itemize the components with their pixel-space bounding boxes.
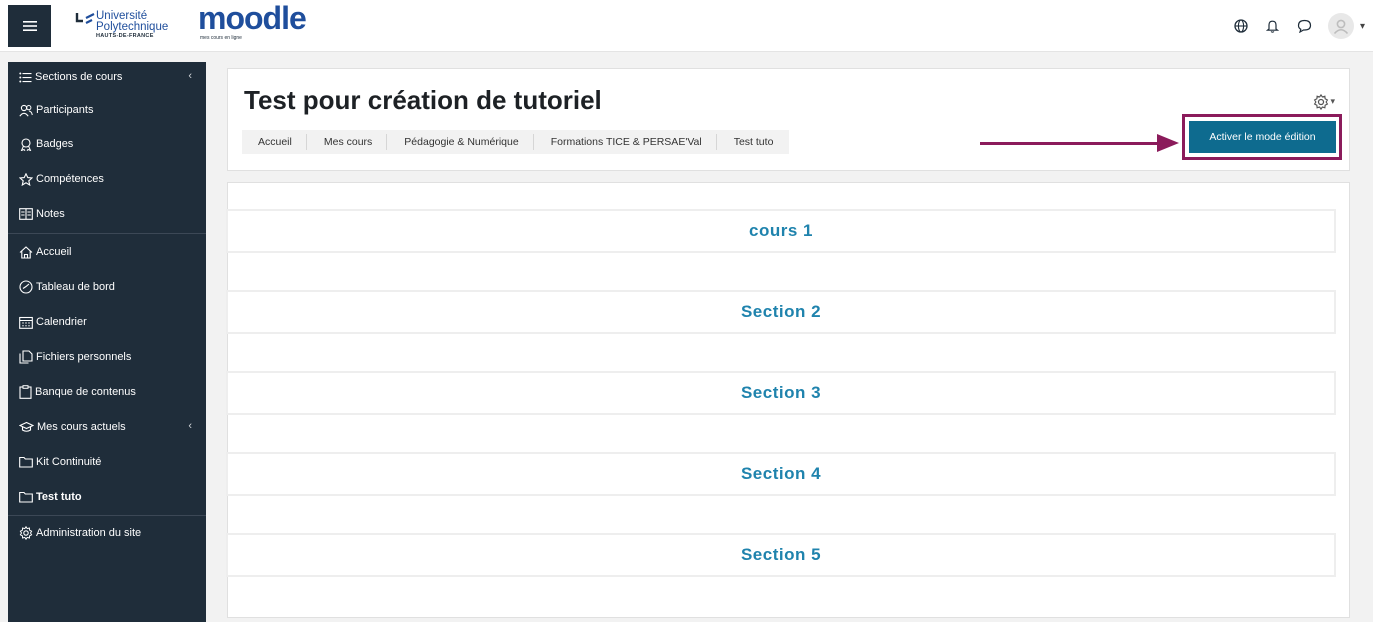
sidebar-divider (8, 515, 206, 516)
sidebar-item-badges[interactable]: Badges (8, 129, 206, 159)
moodle-tagline: mes cours en ligne (200, 35, 242, 41)
chevron-left-icon[interactable]: ‹ (188, 70, 192, 82)
university-subtitle: HAUTS-DE-FRANCE (96, 33, 154, 39)
hamburger-menu-button[interactable] (8, 5, 51, 47)
moodle-logo[interactable]: moodle mes cours en ligne (198, 0, 308, 46)
section-title[interactable]: cours 1 (226, 209, 1336, 253)
sidebar-item-label: Fichiers personnels (36, 351, 132, 363)
user-avatar[interactable] (1327, 13, 1354, 39)
sidebar-item-mes-cours-actuels[interactable]: Mes cours actuels ‹ (8, 412, 206, 442)
sidebar-item-accueil[interactable]: Accueil (8, 237, 206, 267)
university-name: Université Polytechnique (96, 10, 169, 33)
sidebar-item-label: Compétences (36, 173, 104, 185)
sidebar-item-label: Sections de cours (35, 71, 123, 83)
top-icons: ▾ (1232, 12, 1365, 40)
notifications-button[interactable] (1264, 17, 1282, 35)
globe-icon (1234, 19, 1248, 33)
dashboard-icon (19, 280, 33, 294)
chevron-down-icon: ▾ (1330, 97, 1335, 107)
sidebar-item-label: Banque de contenus (35, 386, 136, 398)
annotation-arrow (980, 142, 1160, 145)
moodle-wordmark: moodle (198, 0, 307, 36)
user-icon (1333, 19, 1349, 35)
chat-icon (1298, 19, 1312, 33)
folder-icon (19, 456, 33, 468)
edit-mode-button[interactable]: Activer le mode édition (1189, 121, 1336, 153)
sidebar-item-label: Administration du site (36, 527, 142, 539)
sidebar-item-participants[interactable]: Participants (8, 95, 206, 125)
sidebar-item-label: Tableau de bord (36, 281, 115, 293)
sidebar-item-label: Calendrier (36, 316, 87, 328)
section-title[interactable]: Section 5 (226, 533, 1336, 577)
section-title[interactable]: Section 4 (226, 452, 1336, 496)
breadcrumb-item[interactable]: Accueil (242, 130, 308, 154)
grades-icon (19, 208, 33, 220)
sidebar-item-fichiers-personnels[interactable]: Fichiers personnels (8, 342, 206, 372)
gear-icon (1314, 94, 1329, 110)
sidebar-item-label: Test tuto (36, 491, 82, 503)
sidebar-item-kit-continuite[interactable]: Kit Continuité (8, 447, 206, 477)
graduation-icon (19, 421, 34, 432)
star-icon (19, 172, 33, 186)
breadcrumb-item[interactable]: Formations TICE & PERSAE'Val (532, 130, 718, 154)
sidebar-item-label: Mes cours actuels (37, 421, 126, 433)
sidebar: Sections de cours ‹ Participants Badges … (8, 62, 206, 622)
breadcrumb-item[interactable]: Test tuto (715, 130, 790, 154)
hamburger-icon (22, 21, 37, 31)
list-icon (19, 72, 32, 82)
section-title[interactable]: Section 2 (226, 290, 1336, 334)
home-icon (19, 245, 33, 259)
people-icon (19, 104, 33, 117)
sidebar-item-test-tuto[interactable]: Test tuto (8, 482, 206, 512)
university-mark-icon (75, 13, 95, 24)
university-logo[interactable]: Université Polytechnique HAUTS-DE-FRANCE (72, 8, 196, 44)
section-title[interactable]: Section 3 (226, 371, 1336, 415)
sidebar-item-label: Participants (36, 104, 94, 116)
sidebar-item-notes[interactable]: Notes (8, 199, 206, 229)
course-header: Test pour création de tutoriel Accueil M… (227, 68, 1350, 171)
sidebar-item-banque-de-contenus[interactable]: Banque de contenus (8, 377, 206, 407)
folder-icon (19, 491, 33, 503)
sidebar-item-calendrier[interactable]: Calendrier (8, 307, 206, 337)
annotation-arrow-head (1157, 134, 1179, 152)
breadcrumb: Accueil Mes cours Pédagogie & Numérique … (242, 130, 790, 154)
sidebar-item-label: Kit Continuité (36, 456, 102, 468)
sidebar-item-label: Badges (36, 138, 74, 150)
sidebar-item-competences[interactable]: Compétences (8, 164, 206, 194)
clipboard-icon (19, 385, 32, 399)
gear-icon (19, 526, 33, 540)
page-title: Test pour création de tutoriel (244, 85, 602, 115)
sidebar-item-label: Accueil (36, 246, 72, 258)
bell-icon (1266, 20, 1280, 33)
chevron-left-icon[interactable]: ‹ (188, 420, 192, 432)
breadcrumb-item[interactable]: Mes cours (305, 130, 388, 154)
sidebar-divider (8, 233, 206, 234)
calendar-icon (19, 316, 33, 329)
badge-icon (20, 137, 32, 151)
breadcrumb-item[interactable]: Pédagogie & Numérique (386, 130, 534, 154)
messages-button[interactable] (1296, 17, 1314, 35)
sidebar-item-label: Notes (36, 208, 65, 220)
sidebar-item-sections[interactable]: Sections de cours ‹ (8, 62, 206, 92)
course-sections: cours 1 Section 2 Section 3 Section 4 Se… (226, 182, 1350, 618)
chevron-down-icon[interactable]: ▾ (1360, 21, 1365, 32)
course-settings-menu[interactable]: ▾ (1313, 94, 1335, 110)
sidebar-item-tableau-de-bord[interactable]: Tableau de bord (8, 272, 206, 302)
top-navbar: Université Polytechnique HAUTS-DE-FRANCE … (0, 0, 1373, 52)
files-icon (19, 350, 33, 364)
language-button[interactable] (1232, 17, 1250, 35)
sidebar-item-administration[interactable]: Administration du site (8, 518, 206, 548)
